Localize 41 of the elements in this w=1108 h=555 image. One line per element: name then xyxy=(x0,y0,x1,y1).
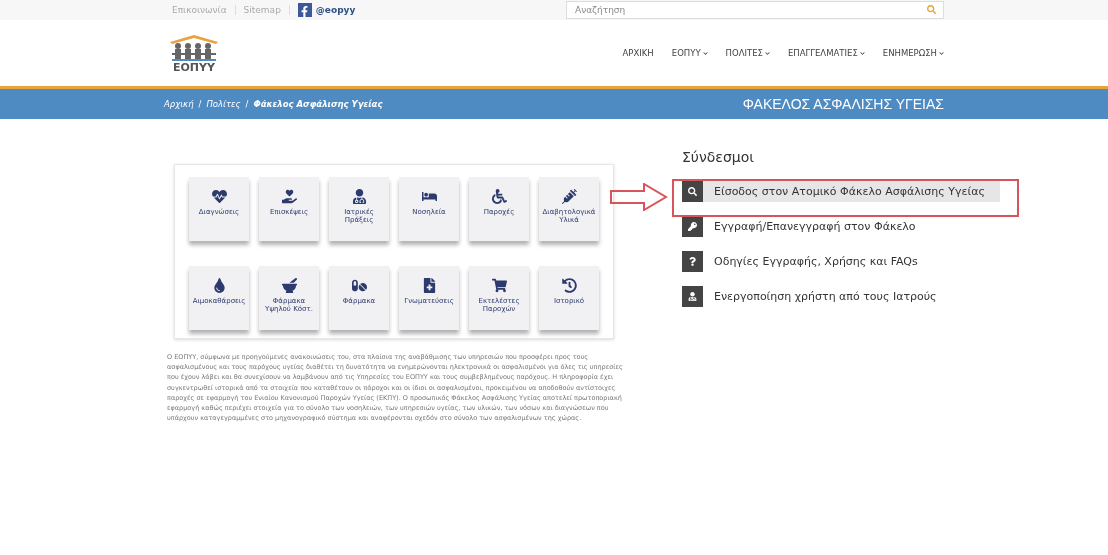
breadcrumb-link[interactable]: Φάκελος Ασφάλισης Υγείας xyxy=(253,99,383,109)
breadcrumb-link[interactable]: Αρχική xyxy=(164,99,194,109)
syringe-icon xyxy=(561,189,577,204)
caret-icon xyxy=(764,50,770,56)
link-item[interactable]: Είσοδος στον Ατομικό Φάκελο Ασφάλισης Υγείας xyxy=(682,181,1000,202)
nav-item[interactable]: ΑΡΧΙΚΗ xyxy=(622,48,654,58)
nav-item[interactable]: ΕΟΠΥΥ xyxy=(671,48,708,58)
nav-item[interactable]: ΕΝΗΜΕΡΩΣΗ xyxy=(882,48,944,58)
question-icon xyxy=(682,251,703,272)
history-icon xyxy=(561,277,577,293)
breadcrumb-link[interactable]: Πολίτες xyxy=(206,99,241,109)
page-title: ΦΑΚΕΛΟΣ ΑΣΦΑΛΙΣΗΣ ΥΓΕΙΑΣ xyxy=(742,96,944,112)
mortar-icon xyxy=(281,277,297,293)
drop-icon xyxy=(211,277,227,293)
link-item[interactable]: Ενεργοποίηση χρήστη από τους Ιατρούς xyxy=(682,286,1000,307)
search-icon xyxy=(682,181,703,202)
hand-heart-icon xyxy=(281,189,297,204)
doctor-icon xyxy=(682,286,703,307)
logo[interactable]: ΕΟΠΥΥ xyxy=(164,33,224,73)
breadcrumb-separator: / xyxy=(198,99,202,109)
search-field[interactable]: Αναζήτηση xyxy=(566,1,944,19)
caret-icon xyxy=(702,50,708,56)
nav-item[interactable]: ΕΠΑΓΓΕΛΜΑΤΙΕΣ xyxy=(787,48,865,58)
link-item[interactable]: Οδηγίες Εγγραφής, Χρήσης και FAQs xyxy=(682,251,1000,272)
breadcrumb-separator: / xyxy=(245,99,249,109)
caret-icon xyxy=(859,50,865,56)
doctor-icon xyxy=(351,189,367,204)
facebook-icon[interactable] xyxy=(297,3,312,17)
document-icon xyxy=(421,277,437,293)
link-item[interactable]: Εγγραφή/Επανεγγραφή στον Φάκελο xyxy=(682,216,1000,237)
facebook-handle[interactable]: @eopyy xyxy=(315,5,356,15)
heartbeat-icon xyxy=(211,189,227,204)
nav-item[interactable]: ΠΟΛΙΤΕΣ xyxy=(725,48,770,58)
links-title: Σύνδεσμοι xyxy=(682,149,755,165)
pills-icon xyxy=(351,277,367,293)
key-icon xyxy=(682,216,703,237)
arrow-icon xyxy=(610,183,668,211)
bed-icon xyxy=(421,189,437,204)
wheelchair-icon xyxy=(491,189,507,204)
cart-icon xyxy=(491,277,507,293)
caret-icon xyxy=(939,50,944,56)
